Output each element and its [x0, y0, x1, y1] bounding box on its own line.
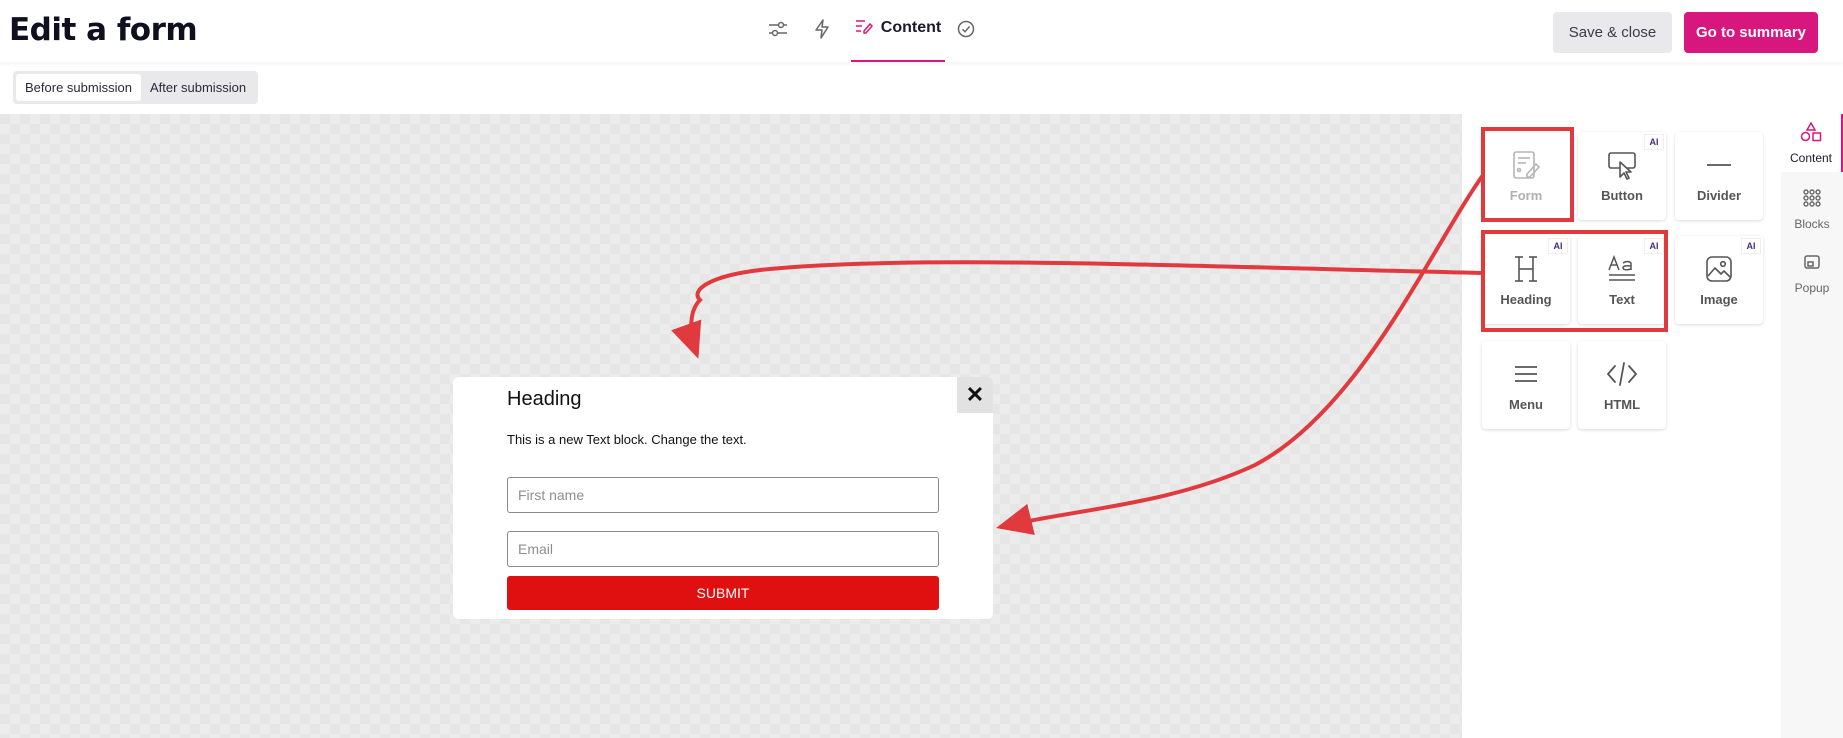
- popup-text[interactable]: This is a new Text block. Change the tex…: [507, 432, 747, 447]
- form-icon: [1511, 150, 1541, 180]
- tab-content[interactable]: Content: [851, 0, 945, 62]
- sliders-icon[interactable]: [767, 18, 789, 40]
- tile-html-label: HTML: [1603, 397, 1641, 412]
- code-icon: [1606, 359, 1638, 389]
- tile-form-label: Form: [1509, 188, 1543, 203]
- rail-label-blocks: Blocks: [1794, 216, 1830, 231]
- tab-after-submission[interactable]: After submission: [141, 74, 255, 101]
- popup-icon: [1802, 254, 1822, 277]
- divider-icon: [1704, 150, 1734, 180]
- tile-image[interactable]: AI Image: [1675, 236, 1763, 324]
- tab-content-label: Content: [880, 19, 942, 36]
- grid-icon: [1802, 188, 1822, 213]
- submission-toggle: Before submission After submission: [13, 71, 259, 104]
- popup-heading[interactable]: Heading: [507, 388, 582, 411]
- rail-label-popup: Popup: [1794, 280, 1830, 295]
- ai-badge: AI: [1548, 238, 1568, 254]
- tile-menu[interactable]: Menu: [1482, 341, 1570, 429]
- shapes-icon: [1800, 120, 1822, 147]
- tab-before-submission[interactable]: Before submission: [16, 74, 141, 101]
- tile-heading[interactable]: AI Heading: [1482, 236, 1570, 324]
- tile-menu-label: Menu: [1509, 397, 1543, 412]
- first-name-field[interactable]: [507, 477, 939, 513]
- close-icon[interactable]: ✕: [957, 377, 993, 413]
- button-pointer-icon: [1607, 150, 1637, 180]
- submit-button[interactable]: SUBMIT: [507, 576, 939, 610]
- tile-divider-label: Divider: [1696, 188, 1742, 203]
- go-to-summary-button[interactable]: Go to summary: [1684, 12, 1818, 53]
- tile-text[interactable]: AI Text: [1578, 236, 1666, 324]
- tile-button-label: Button: [1601, 188, 1643, 203]
- menu-icon: [1511, 359, 1541, 389]
- rail-item-popup[interactable]: Popup: [1781, 245, 1843, 303]
- save-close-button[interactable]: Save & close: [1553, 12, 1672, 53]
- image-icon: [1704, 254, 1734, 284]
- ai-badge: AI: [1644, 134, 1664, 150]
- form-popup[interactable]: ✕ Heading This is a new Text block. Chan…: [453, 377, 993, 619]
- content-panel: Form AI Button Divider AI Heading AI Tex…: [1461, 114, 1781, 738]
- ai-badge: AI: [1741, 238, 1761, 254]
- ai-badge: AI: [1644, 238, 1664, 254]
- tile-divider[interactable]: Divider: [1675, 132, 1763, 220]
- top-bar: Edit a form Content Save & close Go to s…: [0, 0, 1843, 62]
- tile-html[interactable]: HTML: [1578, 341, 1666, 429]
- tile-button[interactable]: AI Button: [1578, 132, 1666, 220]
- email-field[interactable]: [507, 531, 939, 567]
- tile-text-label: Text: [1609, 292, 1635, 307]
- right-rail: Content Blocks Popup: [1781, 114, 1843, 738]
- lightning-icon[interactable]: [811, 18, 833, 40]
- content-edit-icon: [855, 18, 873, 39]
- page-title: Edit a form: [9, 12, 198, 48]
- rail-label-content: Content: [1789, 150, 1833, 165]
- check-circle-icon[interactable]: [955, 18, 977, 40]
- tile-form[interactable]: Form: [1482, 132, 1570, 220]
- heading-icon: [1511, 254, 1541, 284]
- text-icon: [1607, 254, 1637, 284]
- rail-item-content[interactable]: Content: [1781, 114, 1843, 172]
- tile-image-label: Image: [1700, 292, 1738, 307]
- submission-bar: Before submission After submission: [0, 62, 1843, 114]
- tile-heading-label: Heading: [1500, 292, 1552, 307]
- rail-item-blocks[interactable]: Blocks: [1781, 180, 1843, 238]
